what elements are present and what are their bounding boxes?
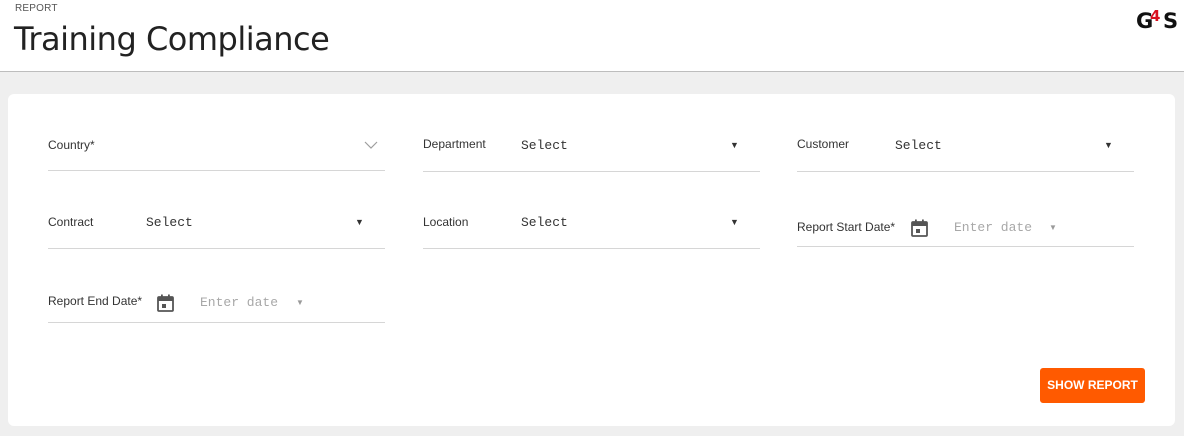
report-end-date-field[interactable]: Report End Date* Enter date ▼ xyxy=(48,277,385,323)
customer-value: Select xyxy=(895,138,942,153)
company-logo: G 4 S xyxy=(1136,7,1178,32)
page-title: Training Compliance xyxy=(14,20,330,58)
page-header: REPORT Training Compliance G 4 S xyxy=(0,0,1184,72)
customer-select[interactable]: Customer Select ▼ xyxy=(797,124,1134,172)
svg-text:4: 4 xyxy=(1150,7,1160,25)
show-report-button[interactable]: SHOW REPORT xyxy=(1040,368,1145,403)
report-start-date-field[interactable]: Report Start Date* Enter date ▼ xyxy=(797,201,1134,247)
department-value: Select xyxy=(521,138,568,153)
breadcrumb: REPORT xyxy=(15,3,58,14)
location-select[interactable]: Location Select ▼ xyxy=(423,201,760,249)
caret-down-icon[interactable]: ▼ xyxy=(730,217,739,227)
report-end-date-label: Report End Date* xyxy=(48,294,143,308)
svg-text:S: S xyxy=(1163,9,1178,32)
department-select[interactable]: Department Select ▼ xyxy=(423,124,760,172)
contract-label: Contract xyxy=(48,215,94,229)
report-start-date-input[interactable]: Enter date xyxy=(954,220,1032,235)
contract-value: Select xyxy=(146,215,193,230)
caret-down-icon[interactable]: ▼ xyxy=(1049,223,1057,232)
caret-down-icon[interactable]: ▼ xyxy=(1104,140,1113,150)
caret-down-icon[interactable]: ▼ xyxy=(355,217,364,227)
chevron-down-icon[interactable] xyxy=(364,141,378,150)
caret-down-icon[interactable]: ▼ xyxy=(730,140,739,150)
department-label: Department xyxy=(423,137,486,151)
country-label: Country* xyxy=(48,138,95,152)
location-value: Select xyxy=(521,215,568,230)
calendar-icon[interactable] xyxy=(911,219,928,237)
country-select[interactable]: Country* xyxy=(48,124,385,171)
caret-down-icon[interactable]: ▼ xyxy=(296,298,304,307)
contract-select[interactable]: Contract Select ▼ xyxy=(48,201,385,249)
report-end-date-input[interactable]: Enter date xyxy=(200,295,278,310)
customer-label: Customer xyxy=(797,137,850,151)
calendar-icon[interactable] xyxy=(157,294,174,312)
location-label: Location xyxy=(423,215,469,229)
report-start-date-label: Report Start Date* xyxy=(797,220,896,234)
